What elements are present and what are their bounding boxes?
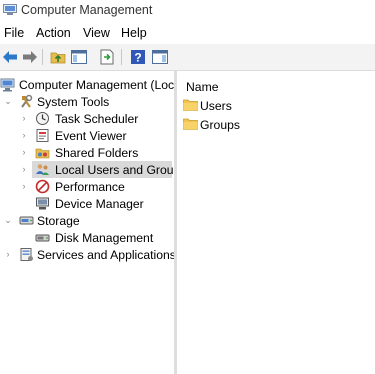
chevron-down-icon[interactable]: ⌄	[4, 215, 12, 225]
performance-icon	[35, 179, 50, 194]
console-tree: Computer Management (Local) ⌄ System Too…	[0, 71, 188, 374]
shared-folders-icon	[35, 148, 50, 159]
tree-node-storage[interactable]: ⌄ Storage	[0, 212, 174, 229]
tree-label-root: Computer Management (Local)	[19, 78, 188, 92]
tree-label-event-viewer: Event Viewer	[55, 129, 127, 143]
list-item-label: Groups	[200, 118, 240, 132]
chevron-right-icon[interactable]: ›	[20, 113, 28, 123]
tools-icon	[21, 94, 33, 108]
list-item-groups[interactable]: Groups	[177, 116, 375, 133]
tree-label-system-tools: System Tools	[37, 95, 110, 109]
storage-icon	[19, 216, 34, 225]
menu-bar: File Action View Help	[0, 25, 375, 43]
menu-action[interactable]: Action	[36, 26, 71, 40]
details-pane: Name Users Groups	[177, 71, 375, 374]
tree-label-shared-folders: Shared Folders	[55, 146, 139, 160]
toolbar-separator	[121, 49, 122, 65]
tree-label-task-scheduler: Task Scheduler	[55, 112, 139, 126]
device-manager-icon	[36, 197, 49, 210]
tree-label-disk-management: Disk Management	[55, 231, 154, 245]
tree-label-local-users-and-groups: Local Users and Groups	[55, 163, 187, 177]
window-title: Computer Management	[21, 3, 153, 17]
help-icon[interactable]: ?	[129, 48, 147, 66]
toolbar: ?	[0, 44, 375, 71]
tree-node-disk-management[interactable]: Disk Management	[0, 229, 174, 246]
tree-label-performance: Performance	[55, 180, 125, 194]
users-icon	[36, 164, 49, 175]
toolbar-separator	[42, 49, 43, 65]
tree-node-shared-folders[interactable]: › Shared Folders	[0, 144, 174, 161]
computer-management-app-icon	[3, 4, 17, 15]
chevron-down-icon[interactable]: ⌄	[4, 96, 12, 106]
title-bar: Computer Management	[0, 0, 375, 21]
list-item-label: Users	[200, 99, 232, 113]
chevron-right-icon[interactable]: ›	[20, 130, 28, 140]
tree-node-computer-management[interactable]: Computer Management (Local)	[0, 76, 188, 93]
clock-icon	[36, 112, 49, 125]
tree-label-device-manager: Device Manager	[55, 197, 144, 211]
menu-file[interactable]: File	[4, 26, 24, 40]
tree-node-event-viewer[interactable]: › Event Viewer	[0, 127, 174, 144]
computer-management-icon	[0, 78, 15, 92]
list-item-users[interactable]: Users	[177, 97, 375, 114]
svg-text:?: ?	[134, 51, 141, 65]
folder-icon	[183, 99, 198, 111]
up-folder-icon[interactable]	[49, 48, 67, 66]
tree-node-task-scheduler[interactable]: › Task Scheduler	[0, 110, 174, 127]
export-list-icon[interactable]	[98, 48, 116, 66]
tree-node-services-and-applications[interactable]: › Services and Applications	[0, 246, 176, 263]
menu-help[interactable]: Help	[121, 26, 147, 40]
chevron-right-icon[interactable]: ›	[20, 181, 28, 191]
tree-node-performance[interactable]: › Performance	[0, 178, 174, 195]
column-header-name[interactable]: Name	[186, 80, 219, 94]
show-hide-tree-icon[interactable]	[70, 48, 88, 66]
event-viewer-icon	[36, 129, 49, 142]
tree-label-storage: Storage	[37, 214, 80, 228]
tree-node-local-users-and-groups[interactable]: › Local Users and Groups	[0, 161, 186, 178]
tree-node-system-tools[interactable]: ⌄ System Tools	[0, 93, 174, 110]
chevron-right-icon[interactable]: ›	[20, 147, 28, 157]
back-icon[interactable]	[1, 48, 19, 66]
tree-node-device-manager[interactable]: Device Manager	[0, 195, 174, 212]
services-icon	[20, 248, 33, 261]
tree-label-services-and-applications: Services and Applications	[37, 248, 176, 262]
menu-view[interactable]: View	[83, 26, 110, 40]
show-hide-action-pane-icon[interactable]	[151, 48, 169, 66]
chevron-right-icon[interactable]: ›	[20, 164, 28, 174]
disk-icon	[35, 234, 50, 242]
folder-icon	[183, 118, 198, 130]
chevron-right-icon[interactable]: ›	[4, 249, 12, 259]
forward-icon[interactable]	[21, 48, 39, 66]
